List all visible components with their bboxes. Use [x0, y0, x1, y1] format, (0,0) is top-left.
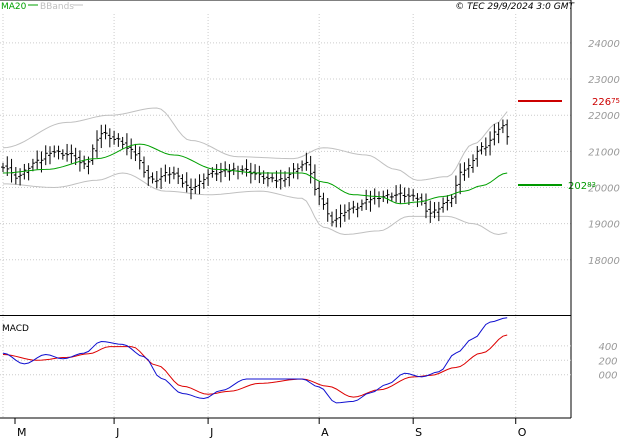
x-axis-label: M: [17, 426, 27, 439]
last-price-label: 22675: [592, 97, 620, 108]
bbands-legend-label: BBands: [40, 2, 74, 12]
price-y-tick-label: 23000: [588, 75, 620, 86]
stock-chart: 2400023000220002100020000190001800022675…: [0, 0, 620, 439]
x-axis-label: O: [518, 426, 527, 439]
price-y-tick-label: 22000: [588, 111, 620, 122]
price-y-tick-label: 19000: [588, 220, 620, 231]
bbands-lower-line: [3, 172, 508, 236]
x-axis-label: J: [209, 426, 213, 439]
price-y-tick-label: 21000: [588, 147, 620, 158]
x-axis-label: A: [321, 426, 329, 439]
macd-title: MACD: [2, 324, 29, 334]
x-axis-label: J: [115, 426, 119, 439]
macd-y-tick-label: 400: [598, 342, 617, 353]
price-y-tick-label: 24000: [588, 39, 620, 50]
x-axis: MJJASO: [14, 418, 527, 439]
macd-signal-line: [2, 334, 508, 398]
macd-y-tick-label: 000: [598, 371, 617, 382]
price-panel: 2400023000220002100020000190001800022675…: [0, 0, 620, 418]
macd-y-tick-label: 200: [598, 356, 617, 367]
price-y-tick-label: 18000: [588, 256, 620, 267]
x-axis-label: S: [415, 426, 422, 439]
macd-panel: 400 200 000: [0, 317, 618, 419]
copyright-label: © TEC 29/9/2024 3:0 GMT: [455, 2, 575, 12]
ma20-legend-label: MA20: [1, 2, 27, 12]
